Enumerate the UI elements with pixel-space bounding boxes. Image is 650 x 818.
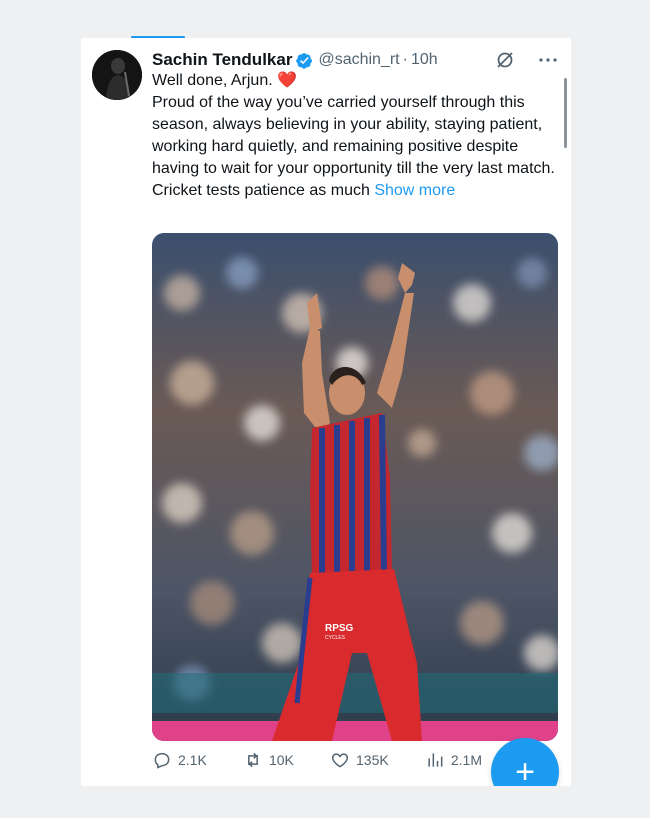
show-more-link[interactable]: Show more: [374, 182, 455, 199]
tweet-text-line-2: Proud of the way you’ve carried yourself…: [152, 94, 555, 177]
sponsor-logo-subtext: CYCLES: [325, 635, 346, 641]
separator-dot: ·: [402, 51, 408, 68]
tweet-text-line-3: Cricket tests patience as much Show more: [152, 180, 562, 202]
reply-icon: [154, 753, 170, 769]
tweet-media-image[interactable]: RPSG CYCLES: [152, 233, 558, 741]
compose-post-button[interactable]: +: [491, 738, 559, 786]
tweet-text: Well done, Arjun. ❤️ Proud of the way yo…: [152, 70, 562, 202]
sponsor-logo-text: RPSG: [325, 623, 354, 634]
repost-icon: [248, 752, 258, 768]
grok-icon[interactable]: [495, 50, 515, 70]
timestamp[interactable]: 10h: [411, 51, 438, 69]
repost-button[interactable]: 10K: [243, 750, 294, 770]
verified-badge-icon: [296, 52, 313, 69]
tweet-header: Sachin Tendulkar @sachin_rt · 10h: [152, 48, 559, 72]
like-heart-icon: [331, 753, 349, 768]
like-count: 135K: [356, 752, 389, 768]
avatar[interactable]: [92, 50, 142, 100]
tweet-greeting: Well done, Arjun.: [152, 72, 278, 89]
reply-count: 2.1K: [178, 752, 207, 768]
like-button[interactable]: 135K: [330, 750, 389, 770]
reply-button[interactable]: 2.1K: [152, 750, 207, 770]
author-name[interactable]: Sachin Tendulkar: [152, 50, 292, 70]
tweet-card[interactable]: Sachin Tendulkar @sachin_rt · 10h Well d…: [81, 38, 571, 786]
heart-emoji-icon: ❤️: [277, 72, 298, 89]
repost-count: 10K: [268, 752, 294, 768]
scrollbar[interactable]: [564, 78, 567, 148]
views-count: 2.1M: [450, 752, 482, 768]
views-chart-icon: [428, 753, 443, 767]
tweet-text-truncated: Cricket tests patience as much: [152, 182, 375, 199]
more-options-icon[interactable]: [537, 50, 559, 70]
author-handle[interactable]: @sachin_rt: [318, 51, 399, 69]
views-button[interactable]: 2.1M: [425, 750, 482, 770]
tweet-actions: 2.1K 10K 135K 2.1M: [152, 746, 482, 774]
tweet-text-line-1: Well done, Arjun. ❤️: [152, 70, 562, 92]
